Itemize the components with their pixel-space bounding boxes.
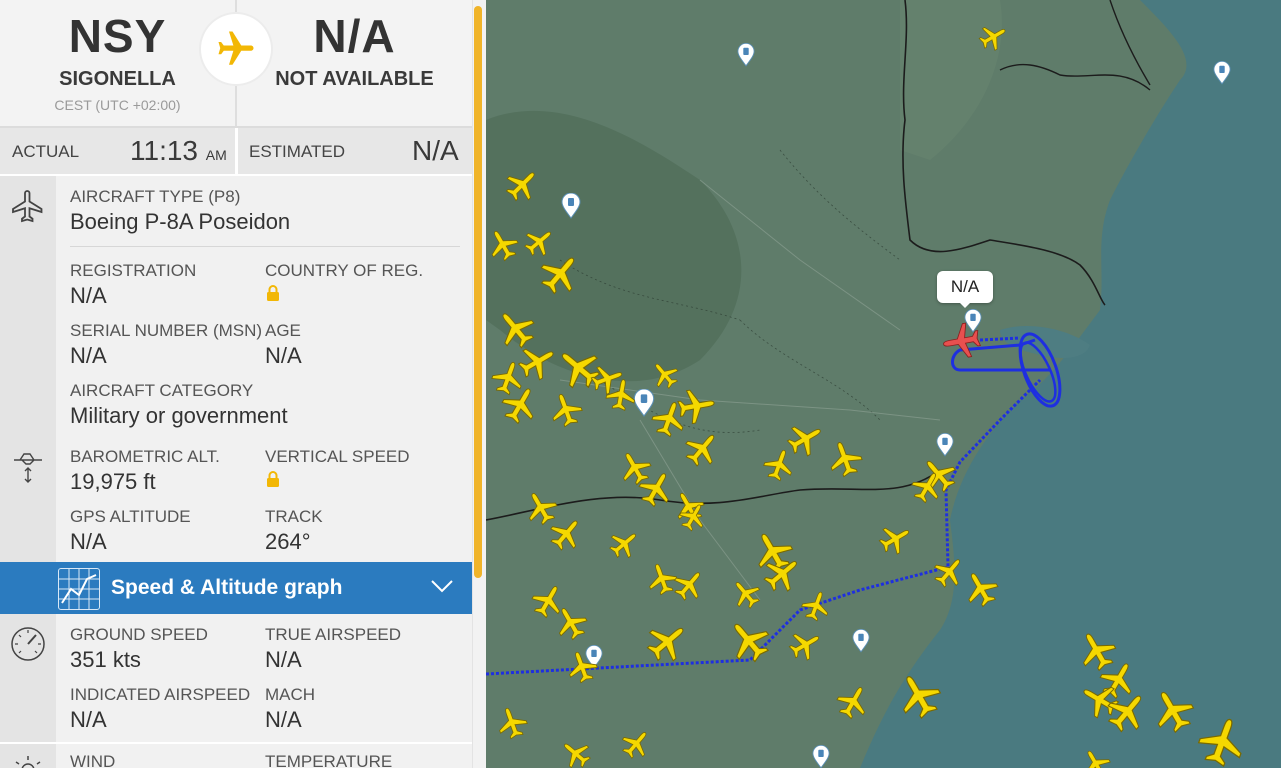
- estimated-time: N/A: [412, 135, 459, 166]
- indicated-airspeed-value: N/A: [70, 707, 107, 732]
- actual-label: ACTUAL: [12, 142, 80, 161]
- speed-side: [0, 614, 56, 742]
- aircraft-type-name: Boeing P-8A Poseidon: [70, 209, 291, 234]
- speed-section: GROUND SPEED 351 kts TRUE AIRSPEED N/A I…: [0, 614, 472, 742]
- aircraft-type-label: AIRCRAFT TYPE (P8): [70, 187, 240, 207]
- weather-side: [0, 744, 56, 768]
- age-label: AGE: [265, 321, 301, 340]
- selected-aircraft-label[interactable]: N/A: [937, 271, 993, 308]
- mach-label: MACH: [265, 685, 316, 704]
- indicated-airspeed-label: INDICATED AIRSPEED: [70, 685, 251, 704]
- altitude-icon: [14, 453, 42, 483]
- track-label: TRACK: [265, 507, 323, 526]
- aircraft-divider: [70, 246, 460, 247]
- origin-city: SIGONELLA: [59, 68, 176, 90]
- category-value: Military or government: [70, 403, 288, 428]
- destination-code: N/A: [313, 10, 396, 62]
- true-airspeed-value: N/A: [265, 647, 302, 672]
- speedometer-icon: [11, 627, 45, 661]
- actual-time-value: 11:13: [130, 135, 198, 166]
- ground-speed-label: GROUND SPEED: [70, 625, 208, 644]
- chevron-down-icon: [431, 580, 453, 593]
- destination-airport[interactable]: N/A NOT AVAILABLE: [237, 0, 472, 91]
- vertical-speed-label: VERTICAL SPEED: [265, 447, 410, 466]
- mach-value: N/A: [265, 707, 302, 732]
- gps-alt-value: N/A: [70, 529, 107, 554]
- serial-label: SERIAL NUMBER (MSN): [70, 321, 263, 340]
- graph-label: Speed & Altitude graph: [111, 576, 343, 599]
- baro-alt-value: 19,975 ft: [70, 469, 156, 494]
- altitude-side: [0, 440, 56, 562]
- lock-icon[interactable]: [265, 284, 281, 302]
- baro-alt-label: BAROMETRIC ALT.: [70, 447, 220, 466]
- actual-time: 11:13 AM: [130, 135, 227, 167]
- country-label: COUNTRY OF REG.: [265, 261, 424, 280]
- aircraft-section: AIRCRAFT TYPE (P8) Boeing P-8A Poseidon …: [0, 176, 472, 440]
- registration-value: N/A: [70, 283, 107, 308]
- estimated-label: ESTIMATED: [249, 142, 346, 161]
- category-label: AIRCRAFT CATEGORY: [70, 381, 254, 400]
- times-row: ACTUAL 11:13 AM ESTIMATED N/A: [0, 128, 472, 176]
- route-header: NSY SIGONELLA CEST (UTC +02:00) N/A NOT …: [0, 0, 472, 128]
- wind-label: WIND: [70, 752, 116, 768]
- lock-icon[interactable]: [265, 470, 281, 488]
- weather-section: WIND TEMPERATURE: [0, 744, 472, 768]
- sun-icon: [15, 756, 41, 768]
- origin-code: NSY: [68, 10, 167, 62]
- speed-altitude-graph-toggle[interactable]: Speed & Altitude graph: [0, 562, 472, 614]
- track-value: 264°: [265, 529, 311, 554]
- route-plane-icon: [201, 14, 271, 84]
- graph-icon: [58, 568, 100, 610]
- temperature-label: TEMPERATURE: [265, 752, 393, 768]
- flight-info-panel: NSY SIGONELLA CEST (UTC +02:00) N/A NOT …: [0, 0, 486, 768]
- gps-alt-label: GPS ALTITUDE: [70, 507, 191, 526]
- serial-value: N/A: [70, 343, 107, 368]
- aircraft-type-label-text: AIRCRAFT TYPE: [70, 187, 204, 206]
- origin-airport[interactable]: NSY SIGONELLA CEST (UTC +02:00): [0, 0, 235, 113]
- age-value: N/A: [265, 343, 302, 368]
- panel-scrollbar-thumb[interactable]: [474, 6, 482, 578]
- aircraft-type-code: (P8): [208, 187, 241, 206]
- registration-label: REGISTRATION: [70, 261, 197, 280]
- destination-city: NOT AVAILABLE: [275, 68, 434, 90]
- actual-time-ampm: AM: [205, 147, 227, 163]
- altitude-section: BAROMETRIC ALT. 19,975 ft VERTICAL SPEED…: [0, 440, 472, 562]
- airplane-icon: [12, 190, 43, 223]
- ground-speed-value: 351 kts: [70, 647, 141, 672]
- times-divider: [235, 128, 238, 174]
- origin-timezone: CEST (UTC +02:00): [54, 97, 181, 113]
- true-airspeed-label: TRUE AIRSPEED: [265, 625, 402, 644]
- map-view[interactable]: [486, 0, 1281, 768]
- aircraft-side: [0, 176, 56, 440]
